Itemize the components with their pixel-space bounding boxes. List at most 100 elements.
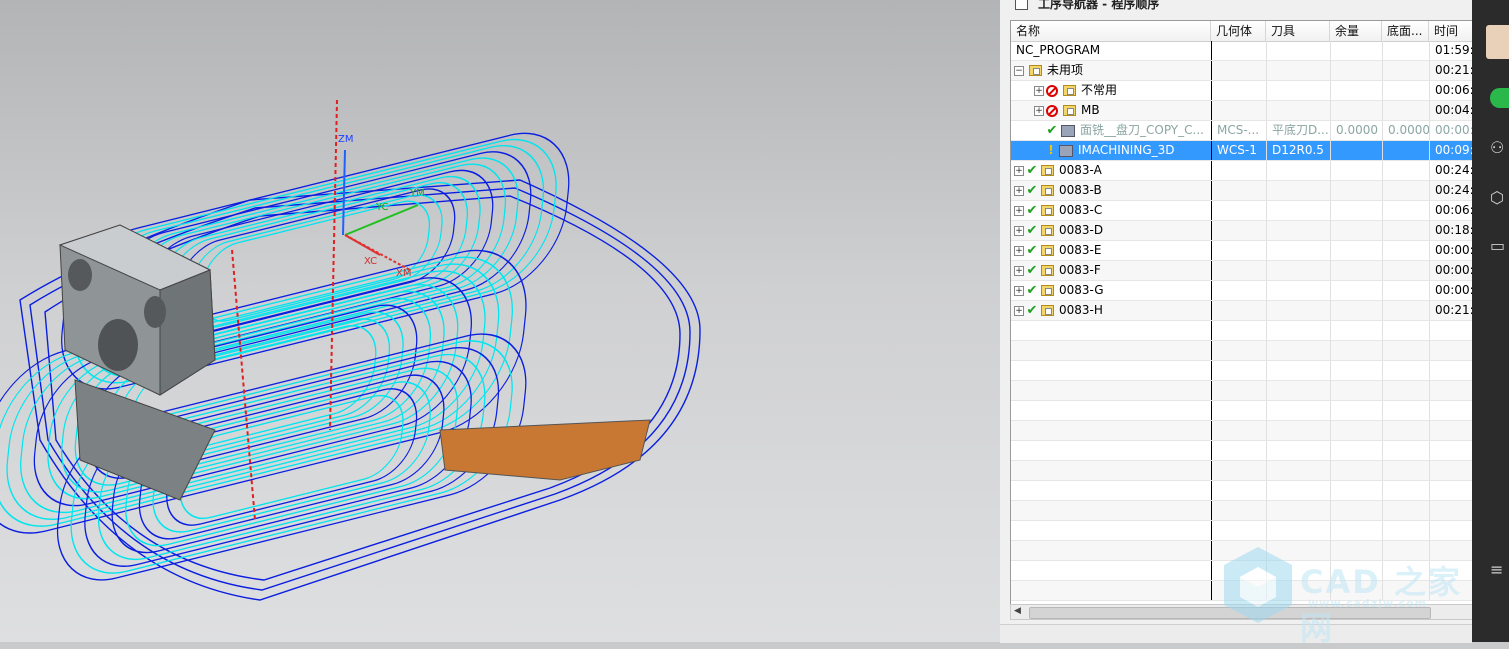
floor-stock-cell[interactable] xyxy=(1382,301,1429,320)
operation-table[interactable]: 名称 几何体 刀具 余量 底面... 时间 NC_PROGRAM 01:59:0−… xyxy=(1010,20,1478,606)
operation-name-cell[interactable]: + ✔ 0083-A xyxy=(1011,161,1211,180)
time-cell[interactable]: 00:21:1 xyxy=(1429,61,1477,80)
floor-stock-cell[interactable] xyxy=(1382,221,1429,240)
geometry-cell[interactable]: MCS-... xyxy=(1211,121,1266,140)
stock-cell[interactable] xyxy=(1330,61,1382,80)
pin-checkbox[interactable] xyxy=(1015,0,1028,10)
time-cell[interactable]: 00:00:5 xyxy=(1429,261,1477,280)
time-cell[interactable]: 00:09:0 xyxy=(1429,141,1477,160)
floor-stock-cell[interactable] xyxy=(1382,101,1429,120)
table-row[interactable]: ✔ 面铣__盘刀_COPY_C... MCS-... 平底刀D... 0.0000 0.0… xyxy=(1011,121,1477,141)
column-header-tool[interactable]: 刀具 xyxy=(1266,21,1330,41)
floor-stock-cell[interactable] xyxy=(1382,41,1429,60)
operation-name-cell[interactable]: + 不常用 xyxy=(1011,81,1211,100)
geometry-cell[interactable] xyxy=(1211,221,1266,240)
geometry-cell[interactable] xyxy=(1211,201,1266,220)
geometry-cell[interactable] xyxy=(1211,181,1266,200)
time-cell[interactable]: 00:21:0 xyxy=(1429,301,1477,320)
operation-name-cell[interactable]: − 未用项 xyxy=(1011,61,1211,80)
operation-name-cell[interactable]: + ✔ 0083-H xyxy=(1011,301,1211,320)
floor-stock-cell[interactable]: 0.0000 xyxy=(1382,121,1429,140)
expand-icon[interactable]: + xyxy=(1014,205,1024,216)
floor-stock-cell[interactable] xyxy=(1382,81,1429,100)
geometry-cell[interactable] xyxy=(1211,281,1266,300)
operation-name-cell[interactable]: ✔ 面铣__盘刀_COPY_C... xyxy=(1011,121,1211,140)
tool-cell[interactable]: D12R0.5 xyxy=(1266,141,1330,160)
tool-cell[interactable] xyxy=(1266,261,1330,280)
geometry-cell[interactable] xyxy=(1211,81,1266,100)
floor-stock-cell[interactable] xyxy=(1382,141,1429,160)
table-row[interactable]: + MB 00:04:1 xyxy=(1011,101,1477,121)
cube-icon[interactable]: ⬡ xyxy=(1490,188,1504,207)
stock-cell[interactable] xyxy=(1330,81,1382,100)
geometry-cell[interactable] xyxy=(1211,101,1266,120)
geometry-cell[interactable] xyxy=(1211,161,1266,180)
expand-icon[interactable]: + xyxy=(1034,85,1044,96)
time-cell[interactable]: 00:18:5 xyxy=(1429,221,1477,240)
tool-cell[interactable] xyxy=(1266,61,1330,80)
operation-name-cell[interactable]: + ✔ 0083-D xyxy=(1011,221,1211,240)
expand-icon[interactable]: + xyxy=(1014,245,1024,256)
stock-cell[interactable] xyxy=(1330,281,1382,300)
table-row[interactable]: + ✔ 0083-G 00:00:4 xyxy=(1011,281,1477,301)
stock-cell[interactable] xyxy=(1330,241,1382,260)
tool-cell[interactable] xyxy=(1266,201,1330,220)
tool-cell[interactable] xyxy=(1266,301,1330,320)
tool-cell[interactable] xyxy=(1266,81,1330,100)
stock-cell[interactable] xyxy=(1330,221,1382,240)
geometry-cell[interactable] xyxy=(1211,241,1266,260)
operation-name-cell[interactable]: + ✔ 0083-E xyxy=(1011,241,1211,260)
floor-stock-cell[interactable] xyxy=(1382,61,1429,80)
column-header-stock[interactable]: 余量 xyxy=(1330,21,1382,41)
table-row[interactable]: − 未用项 00:21:1 xyxy=(1011,61,1477,81)
collapse-icon[interactable]: − xyxy=(1014,65,1024,76)
geometry-cell[interactable] xyxy=(1211,41,1266,60)
table-row[interactable]: + ✔ 0083-F 00:00:5 xyxy=(1011,261,1477,281)
scroll-left-icon[interactable]: ◀ xyxy=(1014,606,1021,616)
column-header-time[interactable]: 时间 xyxy=(1429,21,1477,41)
time-cell[interactable]: 00:04:1 xyxy=(1429,101,1477,120)
table-row[interactable]: + 不常用 00:06:3 xyxy=(1011,81,1477,101)
expand-icon[interactable]: + xyxy=(1014,225,1024,236)
time-cell[interactable]: 00:06:3 xyxy=(1429,81,1477,100)
table-row[interactable]: + ✔ 0083-A 00:24:1 xyxy=(1011,161,1477,181)
geometry-cell[interactable] xyxy=(1211,301,1266,320)
floor-stock-cell[interactable] xyxy=(1382,281,1429,300)
tool-cell[interactable]: 平底刀D... xyxy=(1266,121,1330,140)
stock-cell[interactable] xyxy=(1330,261,1382,280)
menu-icon[interactable]: ≡ xyxy=(1490,560,1503,579)
stock-cell[interactable] xyxy=(1330,41,1382,60)
geometry-cell[interactable] xyxy=(1211,261,1266,280)
time-cell[interactable]: 00:24:1 xyxy=(1429,161,1477,180)
stock-cell[interactable] xyxy=(1330,161,1382,180)
geometry-cell[interactable]: WCS-1 xyxy=(1211,141,1266,160)
folder-icon[interactable]: ▭ xyxy=(1490,236,1505,255)
stock-cell[interactable] xyxy=(1330,101,1382,120)
table-row[interactable]: + ✔ 0083-H 00:21:0 xyxy=(1011,301,1477,321)
avatar[interactable] xyxy=(1486,25,1509,59)
floor-stock-cell[interactable] xyxy=(1382,201,1429,220)
floor-stock-cell[interactable] xyxy=(1382,241,1429,260)
column-header-name[interactable]: 名称 xyxy=(1011,21,1211,41)
table-row[interactable]: + ✔ 0083-C 00:06:3 xyxy=(1011,201,1477,221)
time-cell[interactable]: 00:00:5 xyxy=(1429,121,1477,140)
table-row[interactable]: ! IMACHINING_3D WCS-1 D12R0.5 00:09:0 xyxy=(1011,141,1477,161)
time-cell[interactable]: 00:06:3 xyxy=(1429,201,1477,220)
time-cell[interactable]: 00:24:3 xyxy=(1429,181,1477,200)
floor-stock-cell[interactable] xyxy=(1382,181,1429,200)
table-row[interactable]: NC_PROGRAM 01:59:0 xyxy=(1011,41,1477,61)
chat-icon[interactable] xyxy=(1490,88,1509,108)
tool-cell[interactable] xyxy=(1266,221,1330,240)
stock-cell[interactable] xyxy=(1330,181,1382,200)
expand-icon[interactable]: + xyxy=(1014,305,1024,316)
table-row[interactable]: + ✔ 0083-B 00:24:3 xyxy=(1011,181,1477,201)
expand-icon[interactable]: + xyxy=(1014,265,1024,276)
expand-icon[interactable]: + xyxy=(1014,185,1024,196)
tool-cell[interactable] xyxy=(1266,41,1330,60)
tool-cell[interactable] xyxy=(1266,241,1330,260)
time-cell[interactable]: 01:59:0 xyxy=(1429,41,1477,60)
operation-name-cell[interactable]: ! IMACHINING_3D xyxy=(1011,141,1211,160)
operation-name-cell[interactable]: + ✔ 0083-F xyxy=(1011,261,1211,280)
time-cell[interactable]: 00:00:4 xyxy=(1429,281,1477,300)
stock-cell[interactable]: 0.0000 xyxy=(1330,121,1382,140)
